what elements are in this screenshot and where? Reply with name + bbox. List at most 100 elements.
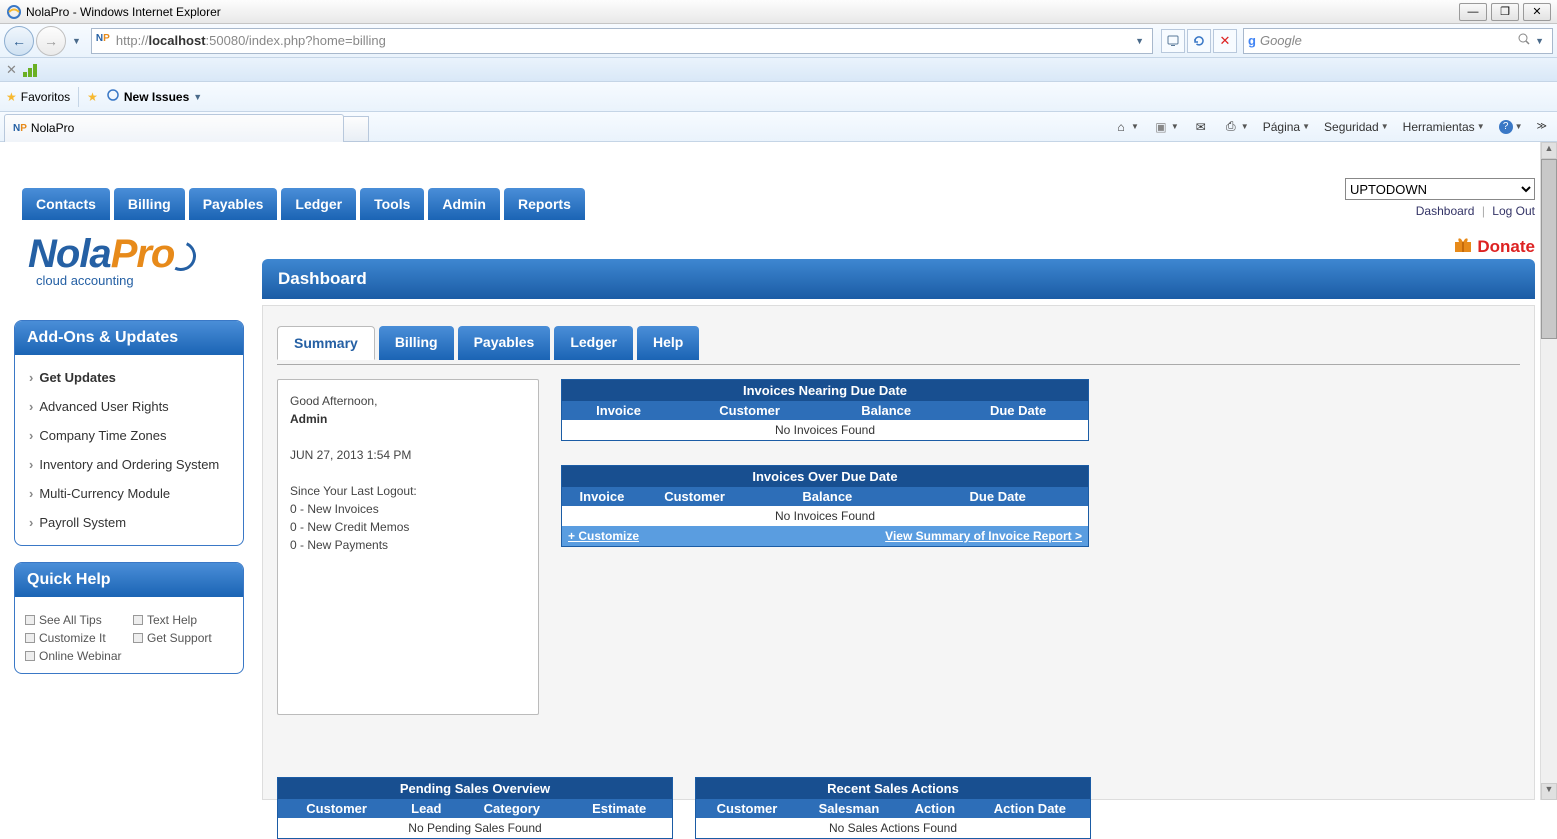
address-bar[interactable]: NP http://localhost:50080/index.php?home… [91, 28, 1153, 54]
dashboard-link[interactable]: Dashboard [1416, 204, 1475, 218]
overdue-table: Invoices Over Due Date Invoice Customer … [561, 465, 1089, 547]
new-issues-dropdown-icon[interactable]: ▼ [193, 92, 202, 102]
nav-ledger[interactable]: Ledger [281, 188, 356, 220]
sidebar-item-advanced-rights[interactable]: Advanced User Rights [19, 392, 239, 421]
square-icon [133, 615, 143, 625]
nav-contacts[interactable]: Contacts [22, 188, 110, 220]
search-dropdown-icon[interactable]: ▼ [1535, 36, 1544, 46]
tab-payables[interactable]: Payables [458, 326, 551, 360]
ie-icon [6, 4, 22, 20]
tab-billing[interactable]: Billing [379, 326, 454, 360]
google-icon: g [1248, 33, 1256, 48]
sidebar-item-payroll[interactable]: Payroll System [19, 508, 239, 537]
new-payments-count: 0 - New Payments [290, 536, 526, 554]
donate-link[interactable]: Donate [1453, 235, 1535, 258]
print-icon: ⎙ [1223, 119, 1239, 135]
quick-help-panel: Quick Help See All Tips Text Help Custom… [14, 562, 244, 674]
help-icon: ? [1499, 120, 1513, 134]
security-menu[interactable]: Seguridad▼ [1320, 118, 1393, 136]
scroll-down-icon[interactable]: ▼ [1541, 783, 1557, 800]
table-title: Recent Sales Actions [696, 778, 1091, 800]
tab-ledger[interactable]: Ledger [554, 326, 633, 360]
favorites-star-icon[interactable]: ★ [6, 90, 17, 104]
browser-search-box[interactable]: g Google ▼ [1243, 28, 1553, 54]
close-bar-icon[interactable]: ✕ [6, 62, 17, 78]
company-select[interactable]: UPTODOWN [1345, 178, 1535, 200]
scroll-up-icon[interactable]: ▲ [1541, 142, 1557, 159]
separator: | [1482, 204, 1485, 218]
nav-billing[interactable]: Billing [114, 188, 185, 220]
col-due-date: Due Date [907, 487, 1088, 506]
user-name: Admin [290, 412, 327, 426]
nav-admin[interactable]: Admin [428, 188, 500, 220]
col-category: Category [457, 799, 566, 818]
scroll-thumb[interactable] [1541, 159, 1557, 339]
page-tab-row: NP NolaPro ⌂▼ ▣▼ ✉ ⎙▼ Página▼ Seguridad▼… [0, 112, 1557, 142]
timestamp: JUN 27, 2013 1:54 PM [290, 446, 526, 464]
browser-tab[interactable]: NP NolaPro [4, 114, 344, 142]
empty-message: No Invoices Found [562, 420, 1089, 441]
url-dropdown-icon[interactable]: ▼ [1135, 36, 1144, 46]
help-see-all-tips[interactable]: See All Tips [25, 613, 125, 627]
col-invoice: Invoice [562, 487, 642, 506]
sidebar-item-multi-currency[interactable]: Multi-Currency Module [19, 479, 239, 508]
quick-help-header: Quick Help [15, 563, 243, 597]
add-favorite-icon[interactable]: ★ [87, 90, 98, 104]
refresh-button[interactable] [1187, 29, 1211, 53]
tab-favicon: NP [13, 123, 27, 134]
empty-message: No Invoices Found [562, 506, 1089, 526]
app-logo[interactable]: NolaPro cloud accounting [28, 232, 196, 288]
square-icon [25, 651, 35, 661]
feeds-button[interactable]: ▣▼ [1149, 117, 1183, 137]
signal-icon[interactable] [23, 63, 37, 77]
col-customer: Customer [696, 799, 799, 818]
more-commands[interactable]: ≫ [1533, 119, 1551, 134]
welcome-box: Good Afternoon, Admin JUN 27, 2013 1:54 … [277, 379, 539, 715]
close-window-button[interactable]: ✕ [1523, 3, 1551, 21]
ie-small-icon [106, 88, 120, 105]
recent-sales-table: Recent Sales Actions Customer Salesman A… [695, 777, 1091, 839]
tools-menu[interactable]: Herramientas▼ [1399, 118, 1489, 136]
customize-link[interactable]: + Customize [568, 529, 639, 543]
stop-button[interactable]: ✕ [1213, 29, 1237, 53]
main-nav: Contacts Billing Payables Ledger Tools A… [22, 188, 585, 220]
square-icon [25, 633, 35, 643]
vertical-scrollbar[interactable]: ▲ ▼ [1540, 142, 1557, 800]
help-text-help[interactable]: Text Help [133, 613, 233, 627]
tab-summary[interactable]: Summary [277, 326, 375, 360]
favorites-label[interactable]: Favoritos [21, 90, 70, 104]
print-button[interactable]: ⎙▼ [1219, 117, 1253, 137]
nav-payables[interactable]: Payables [189, 188, 278, 220]
help-get-support[interactable]: Get Support [133, 631, 233, 645]
compat-view-button[interactable] [1161, 29, 1185, 53]
help-customize-it[interactable]: Customize It [25, 631, 125, 645]
sidebar-item-get-updates[interactable]: Get Updates [19, 363, 239, 392]
minimize-button[interactable]: — [1459, 3, 1487, 21]
gift-icon [1453, 235, 1473, 258]
col-lead: Lead [395, 799, 457, 818]
mail-button[interactable]: ✉ [1189, 117, 1213, 137]
home-button[interactable]: ⌂▼ [1109, 117, 1143, 137]
page-menu[interactable]: Página▼ [1259, 118, 1314, 136]
sidebar-item-time-zones[interactable]: Company Time Zones [19, 421, 239, 450]
table-title: Pending Sales Overview [278, 778, 673, 800]
tab-help[interactable]: Help [637, 326, 699, 360]
forward-button[interactable]: → [36, 26, 66, 56]
search-magnifier-icon[interactable] [1517, 32, 1531, 49]
nav-reports[interactable]: Reports [504, 188, 585, 220]
nav-tools[interactable]: Tools [360, 188, 424, 220]
view-summary-link[interactable]: View Summary of Invoice Report > [885, 529, 1082, 543]
window-titlebar: NolaPro - Windows Internet Explorer — ❐ … [0, 0, 1557, 24]
new-issues-link[interactable]: New Issues [124, 90, 189, 104]
history-dropdown-icon[interactable]: ▼ [72, 36, 81, 46]
help-online-webinar[interactable]: Online Webinar [25, 649, 125, 663]
logout-link[interactable]: Log Out [1492, 204, 1535, 218]
help-button[interactable]: ?▼ [1495, 118, 1527, 136]
new-tab-button[interactable] [343, 116, 369, 142]
sidebar-item-inventory[interactable]: Inventory and Ordering System [19, 450, 239, 479]
square-icon [25, 615, 35, 625]
new-invoices-count: 0 - New Invoices [290, 500, 526, 518]
maximize-button[interactable]: ❐ [1491, 3, 1519, 21]
back-button[interactable]: ← [4, 26, 34, 56]
col-balance: Balance [747, 487, 907, 506]
